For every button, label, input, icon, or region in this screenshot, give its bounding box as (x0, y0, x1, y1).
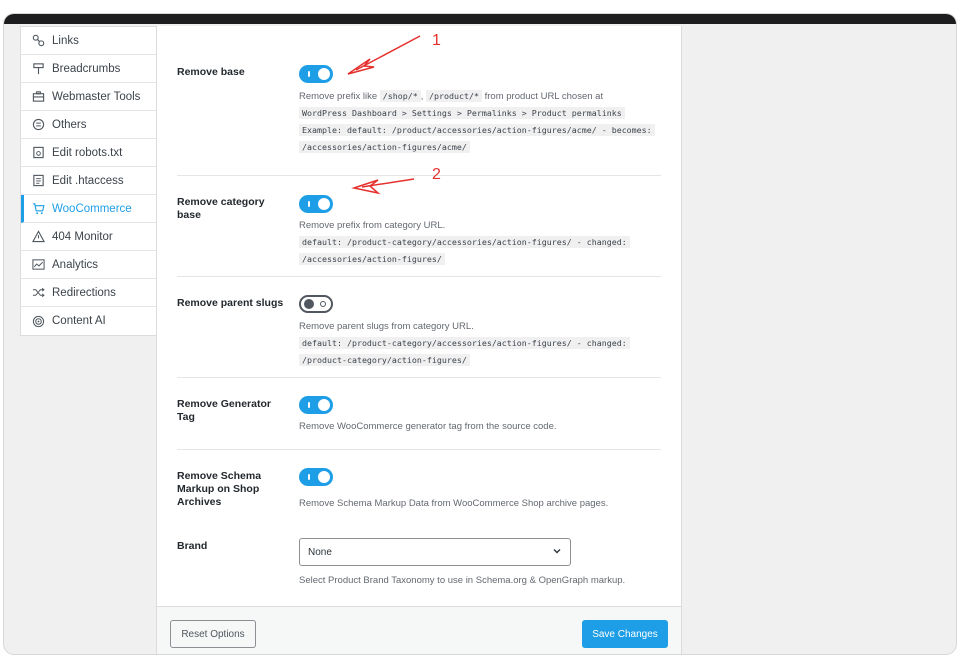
sidebar-item-redirections[interactable]: Redirections (21, 279, 156, 307)
sidebar-item-links[interactable]: Links (21, 27, 156, 55)
setting-label: Remove category base (177, 196, 265, 221)
robot-file-icon (31, 146, 45, 160)
toolbox-icon (31, 90, 45, 104)
sidebar-item-label: WooCommerce (52, 202, 132, 215)
remove-schema-markup-toggle[interactable] (299, 468, 333, 486)
setting-brand: Brand None Select Product Brand Taxonomy… (177, 524, 661, 606)
remove-base-toggle[interactable] (299, 65, 333, 83)
sidebar-item-edit-htaccess[interactable]: Edit .htaccess (21, 167, 156, 195)
sidebar-item-label: Links (52, 34, 79, 47)
annotation-number-1: 1 (432, 32, 441, 49)
setting-description: Remove WooCommerce generator tag from th… (299, 421, 557, 432)
sidebar-item-label: Edit robots.txt (52, 146, 123, 159)
remove-category-base-toggle[interactable] (299, 195, 333, 213)
sidebar-item-webmaster-tools[interactable]: Webmaster Tools (21, 83, 156, 111)
setting-label: Brand (177, 540, 208, 552)
chart-line-icon (31, 258, 45, 272)
signpost-icon (31, 62, 45, 76)
window-top-bar (4, 14, 956, 24)
sidebar-item-label: Analytics (52, 258, 99, 271)
sidebar-item-label: Webmaster Tools (52, 90, 141, 103)
sidebar-item-breadcrumbs[interactable]: Breadcrumbs (21, 55, 156, 83)
setting-description: Remove parent slugs from category URL. d… (299, 318, 661, 369)
setting-remove-category-base: Remove category base Remove prefix from … (177, 176, 661, 277)
setting-label: Remove parent slugs (177, 297, 284, 309)
setting-remove-base: Remove base Remove prefix like /shop/*, … (177, 26, 661, 176)
setting-remove-schema-markup: Remove Schema Markup on Shop Archives Re… (177, 450, 661, 524)
sidebar-item-label: 404 Monitor (52, 230, 113, 243)
setting-label: Remove Schema Markup on Shop Archives (177, 470, 262, 508)
setting-label: Remove Generator Tag (177, 398, 271, 423)
setting-remove-parent-slugs: Remove parent slugs Remove parent slugs … (177, 277, 661, 378)
sidebar-item-label: Breadcrumbs (52, 62, 121, 75)
sidebar-item-label: Redirections (52, 286, 116, 299)
setting-description: Select Product Brand Taxonomy to use in … (299, 575, 626, 586)
link-icon (31, 34, 45, 48)
remove-parent-slugs-toggle[interactable] (299, 295, 333, 313)
reset-options-button[interactable]: Reset Options (170, 620, 256, 648)
save-changes-button[interactable]: Save Changes (582, 620, 668, 648)
shuffle-icon (31, 286, 45, 300)
sidebar-item-others[interactable]: Others (21, 111, 156, 139)
sidebar-item-label: Others (52, 118, 87, 131)
app-window: Links Breadcrumbs Webmaster Tools Others… (4, 14, 956, 654)
setting-remove-generator-tag: Remove Generator Tag Remove WooCommerce … (177, 378, 661, 450)
setting-description: Remove prefix like /shop/*, /product/* f… (299, 88, 661, 156)
woocommerce-settings-panel: Remove base Remove prefix like /shop/*, … (156, 26, 682, 654)
sidebar-item-woocommerce[interactable]: WooCommerce (21, 195, 156, 223)
setting-label: Remove base (177, 66, 245, 78)
sidebar-item-label: Content AI (52, 315, 106, 327)
setting-description: Remove prefix from category URL. default… (299, 217, 661, 268)
brand-select-value: None (308, 546, 332, 558)
sidebar-item-content-ai[interactable]: Content AI (21, 307, 156, 335)
brand-select[interactable]: None (299, 538, 571, 566)
ai-icon (31, 314, 45, 328)
sidebar-item-analytics[interactable]: Analytics (21, 251, 156, 279)
sidebar-item-404-monitor[interactable]: 404 Monitor (21, 223, 156, 251)
setting-description: Remove Schema Markup Data from WooCommer… (299, 498, 609, 509)
cart-icon (31, 202, 45, 216)
chevron-down-icon (552, 546, 562, 559)
warning-icon (31, 230, 45, 244)
settings-sidebar: Links Breadcrumbs Webmaster Tools Others… (20, 26, 157, 336)
circle-list-icon (31, 118, 45, 132)
settings-footer: Reset Options Save Changes (157, 606, 681, 654)
remove-generator-tag-toggle[interactable] (299, 396, 333, 414)
file-text-icon (31, 174, 45, 188)
sidebar-item-edit-robots[interactable]: Edit robots.txt (21, 139, 156, 167)
annotation-number-2: 2 (432, 166, 441, 183)
sidebar-item-label: Edit .htaccess (52, 174, 124, 187)
